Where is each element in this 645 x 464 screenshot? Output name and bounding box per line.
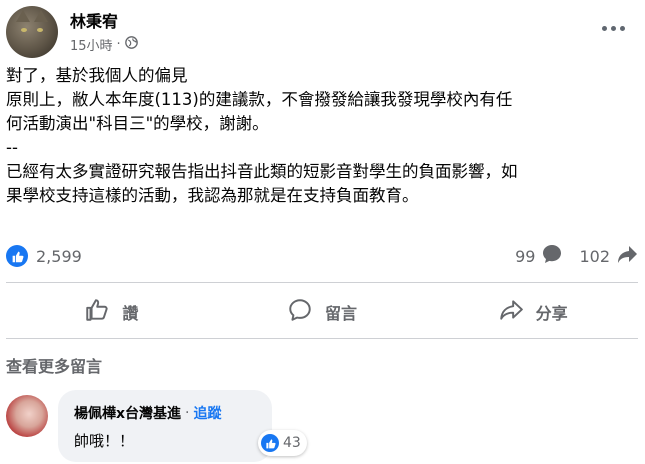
follow-button[interactable]: 追蹤 [193, 403, 221, 423]
avatar-ear [34, 10, 48, 22]
share-count[interactable]: 102 [579, 247, 610, 266]
comment-label: 留言 [325, 304, 358, 323]
post-text: 對了，基於我個人的偏見 原則上，敝人本年度(113)的建議款，不會撥發給讓我發現… [6, 66, 518, 205]
avatar-ear [16, 10, 30, 22]
reaction-count[interactable]: 2,599 [36, 247, 82, 266]
comment-reactions[interactable]: 43 [258, 430, 307, 456]
avatar-eye [37, 28, 43, 32]
post-stats: 2,599 99 102 [6, 242, 638, 270]
thumbs-up-icon [84, 297, 110, 327]
comment-like-count: 43 [283, 435, 301, 451]
commenter-avatar[interactable] [6, 395, 48, 437]
comment-text: 帥哦！！ [74, 432, 135, 450]
more-dot-icon [601, 25, 607, 31]
divider [6, 282, 638, 283]
share-button[interactable]: 分享 [427, 290, 638, 334]
comment-header: 楊佩樺x台灣基進 · 追蹤 [74, 403, 221, 423]
like-reaction-icon [261, 434, 279, 452]
more-options-button[interactable] [595, 10, 631, 46]
meta-separator: · [116, 37, 121, 52]
post-meta: 15小時 · [70, 35, 138, 54]
like-button[interactable]: 讚 [6, 290, 217, 334]
comment-count-icon [541, 243, 563, 269]
share-label: 分享 [535, 304, 568, 323]
comment-button[interactable]: 留言 [217, 290, 428, 334]
like-label: 讚 [122, 304, 139, 323]
view-more-comments-link[interactable]: 查看更多留言 [6, 353, 102, 377]
comment-icon [287, 297, 313, 327]
globe-icon[interactable] [124, 36, 138, 53]
comment-separator: · [185, 405, 190, 421]
post-time[interactable]: 15小時 [70, 35, 113, 54]
comment-bubble [58, 390, 272, 462]
commenter-name[interactable]: 楊佩樺x台灣基進 [74, 403, 181, 423]
divider [6, 338, 638, 339]
more-dot-icon [619, 25, 625, 31]
comment-count[interactable]: 99 [515, 247, 535, 266]
action-bar: 讚 留言 分享 [6, 290, 638, 334]
like-reaction-icon[interactable] [6, 245, 28, 267]
author-name[interactable]: 林秉宥 [70, 8, 118, 32]
share-count-icon [616, 243, 638, 269]
avatar-eye [21, 28, 27, 32]
share-icon [498, 297, 524, 327]
stats-right: 99 102 [515, 243, 638, 269]
author-avatar[interactable] [6, 6, 58, 58]
more-dot-icon [610, 25, 616, 31]
